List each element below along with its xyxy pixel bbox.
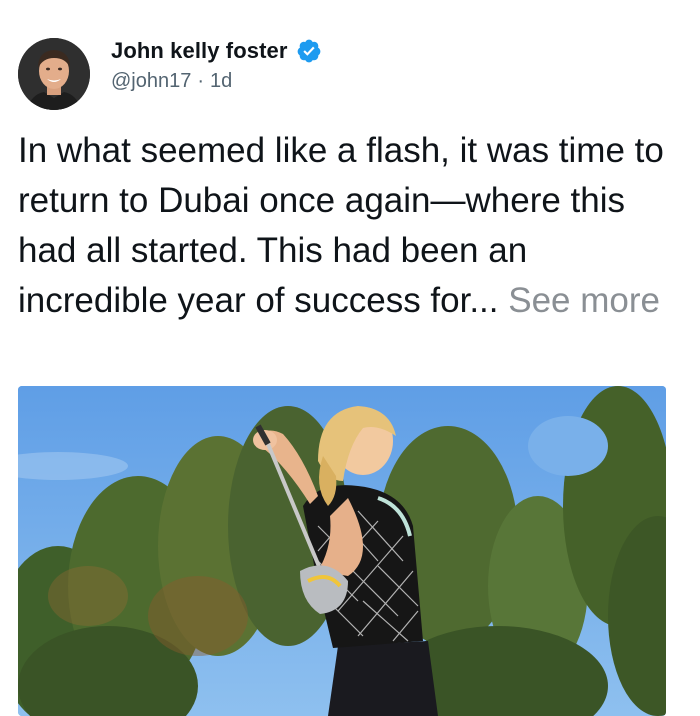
tweet-card: John kelly foster @john17 · 1d In what see…: [0, 0, 700, 716]
tweet-text: In what seemed like a flash, it was time…: [18, 126, 668, 326]
author-meta: @john17 · 1d: [111, 70, 232, 93]
timestamp[interactable]: 1d: [210, 70, 232, 93]
see-more-link[interactable]: See more: [508, 281, 660, 320]
verified-badge-icon: [297, 39, 320, 63]
author-display-name[interactable]: John kelly foster: [111, 38, 288, 64]
author-name-row: John kelly foster: [111, 38, 322, 64]
author-handle[interactable]: @john17: [111, 70, 191, 93]
meta-separator: ·: [197, 70, 205, 92]
avatar[interactable]: [18, 38, 90, 110]
tweet-photo[interactable]: [18, 386, 666, 716]
